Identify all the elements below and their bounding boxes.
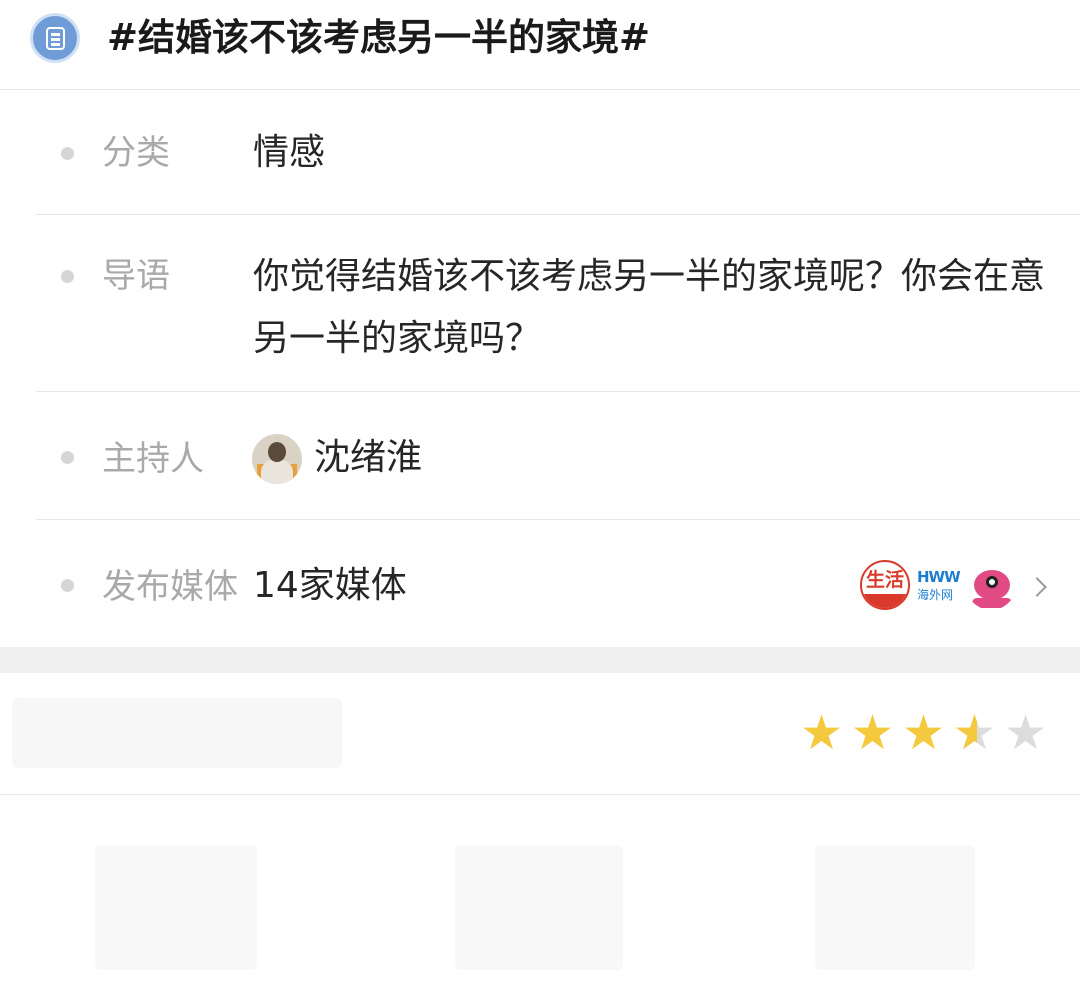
- bullet-dot: [61, 579, 74, 592]
- star-rating: ★ ★ ★ ★ ★ ★: [800, 709, 1050, 757]
- topic-detail-page: #结婚该不该考虑另一半的家境# 分类 情感 导语 你觉得结婚该不该考虑另一半的家…: [0, 0, 1080, 987]
- star-icon: ★: [800, 705, 844, 761]
- shenghuo-logo: 生活: [860, 560, 910, 610]
- host-label: 主持人: [102, 439, 204, 479]
- placeholder-card: [95, 845, 257, 970]
- bullet-dot: [61, 147, 74, 160]
- media-row[interactable]: 发布媒体 14家媒体 生活 HWW 海外网: [0, 520, 1080, 647]
- category-label: 分类: [102, 133, 170, 173]
- topic-title: #结婚该不该考虑另一半的家境#: [107, 16, 651, 59]
- star-icon: ★: [902, 705, 946, 761]
- star-icon: ★: [851, 705, 895, 761]
- topic-doc-icon: [30, 13, 80, 63]
- rating-label-placeholder: [12, 698, 342, 768]
- bird-logo: [966, 560, 1016, 610]
- rating-row: ★ ★ ★ ★ ★ ★: [0, 673, 1080, 795]
- intro-value: 你觉得结婚该不该考虑另一半的家境呢？你会在意另一半的家境吗？: [253, 256, 1046, 359]
- host-name[interactable]: 沈绪淮: [314, 429, 422, 487]
- host-avatar[interactable]: [252, 434, 302, 484]
- hww-logo: HWW 海外网: [914, 560, 964, 610]
- placeholder-card: [455, 845, 623, 970]
- section-gap: [0, 647, 1080, 673]
- media-label: 发布媒体: [102, 567, 238, 607]
- category-row: 分类 情感: [0, 92, 1080, 215]
- placeholder-card: [815, 845, 975, 970]
- topic-header: #结婚该不该考虑另一半的家境#: [0, 0, 1080, 90]
- intro-row: 导语 你觉得结婚该不该考虑另一半的家境呢？你会在意另一半的家境吗？: [0, 215, 1080, 392]
- star-icon: ★ ★: [953, 705, 997, 761]
- star-icon: ★: [1004, 705, 1048, 761]
- media-count: 14家媒体: [253, 565, 407, 606]
- category-value: 情感: [253, 132, 326, 173]
- intro-label: 导语: [102, 256, 170, 296]
- bullet-dot: [61, 451, 74, 464]
- chevron-right-icon[interactable]: [1027, 577, 1047, 597]
- bullet-dot: [61, 270, 74, 283]
- host-row[interactable]: 主持人 沈绪淮: [0, 392, 1080, 520]
